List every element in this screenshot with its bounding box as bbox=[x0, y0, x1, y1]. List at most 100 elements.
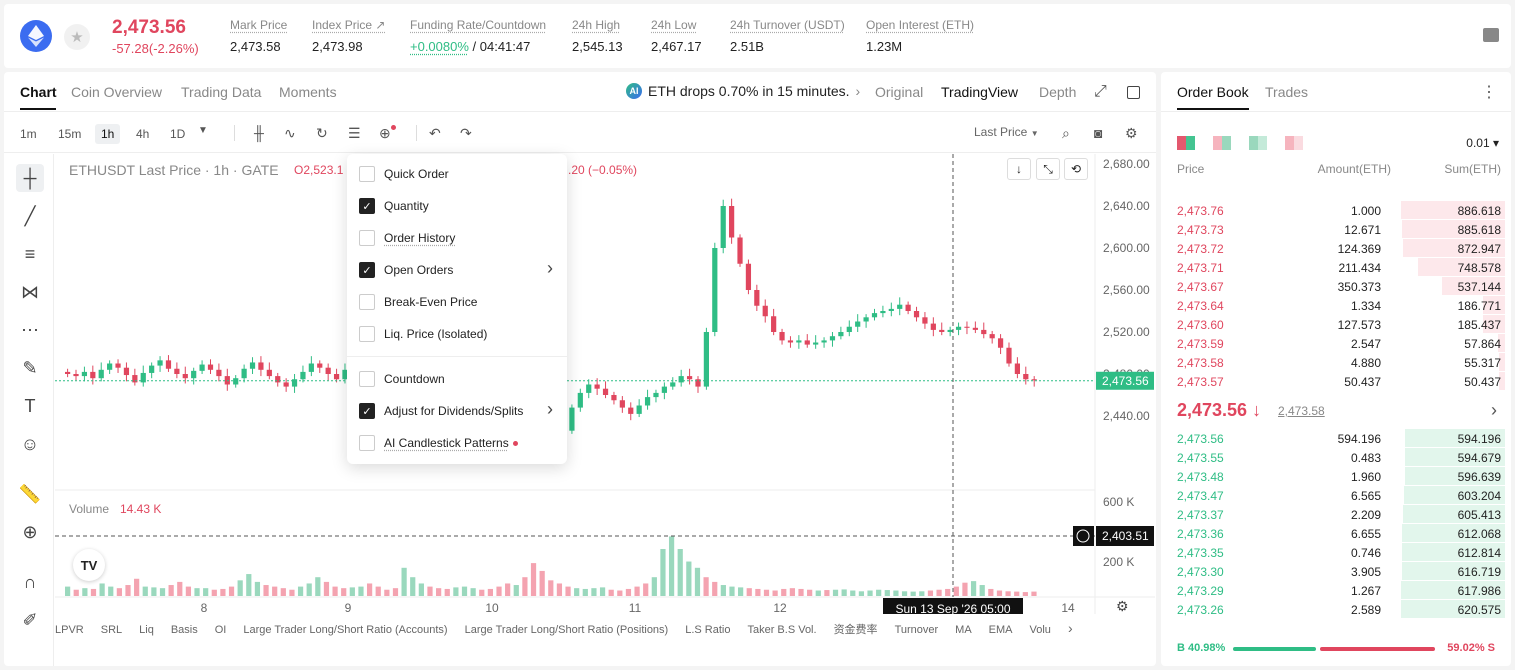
timeframe-1m[interactable]: 1m bbox=[14, 124, 43, 144]
ask-row[interactable]: 2,473.60 127.573 185.437 bbox=[1161, 315, 1511, 334]
tab-moments[interactable]: Moments bbox=[279, 84, 337, 100]
timeframe-1d[interactable]: 1D bbox=[164, 124, 191, 144]
timeframe-1h[interactable]: 1h bbox=[95, 124, 121, 144]
bid-row[interactable]: 2,473.35 0.746 612.814 bbox=[1161, 543, 1511, 562]
chevron-right-icon[interactable]: › bbox=[1491, 400, 1497, 421]
indicator-item[interactable]: Large Trader Long/Short Ratio (Positions… bbox=[465, 624, 669, 636]
indicator-item[interactable]: Basis bbox=[171, 624, 198, 636]
indicator-item[interactable]: SRL bbox=[101, 624, 122, 636]
undo-icon[interactable]: ↶ bbox=[429, 125, 441, 142]
indicator-item[interactable]: 资金费率 bbox=[834, 624, 878, 636]
indicator-item[interactable]: L.S Ratio bbox=[685, 624, 730, 636]
more-options-icon[interactable]: ⋮ bbox=[1481, 82, 1497, 102]
indicator-item[interactable]: EMA bbox=[989, 624, 1013, 636]
settings-list-icon[interactable]: ☰ bbox=[348, 125, 361, 142]
depth-only-icon[interactable] bbox=[1285, 136, 1303, 150]
indicators-icon[interactable]: ∿ bbox=[284, 125, 296, 142]
gear-icon[interactable]: ⚙ bbox=[1125, 125, 1138, 142]
indicator-item[interactable]: Turnover bbox=[895, 624, 939, 636]
menu-item[interactable]: Order History bbox=[347, 224, 567, 252]
zoom-in-icon[interactable]: ⊕ bbox=[16, 518, 44, 546]
ask-row[interactable]: 2,473.73 12.671 885.618 bbox=[1161, 220, 1511, 239]
tab-order-book[interactable]: Order Book bbox=[1177, 84, 1249, 100]
checkbox-unchecked[interactable] bbox=[359, 435, 375, 451]
ask-row[interactable]: 2,473.71 211.434 748.578 bbox=[1161, 258, 1511, 277]
view-tab-depth[interactable]: Depth bbox=[1039, 84, 1076, 100]
bid-row[interactable]: 2,473.56 594.196 594.196 bbox=[1161, 429, 1511, 448]
camera-icon[interactable]: ◙ bbox=[1094, 125, 1102, 141]
tab-chart[interactable]: Chart bbox=[20, 84, 57, 100]
fibonacci-icon[interactable]: ⋯ bbox=[16, 316, 44, 344]
bid-row[interactable]: 2,473.36 6.655 612.068 bbox=[1161, 524, 1511, 543]
menu-item[interactable]: AI Candlestick Patterns bbox=[347, 429, 567, 457]
add-overlay-icon[interactable]: ⊕ bbox=[379, 125, 396, 142]
checkbox-checked[interactable]: ✓ bbox=[359, 403, 375, 419]
tab-coin-overview[interactable]: Coin Overview bbox=[71, 84, 162, 100]
menu-item[interactable]: ✓ Open Orders › bbox=[347, 256, 567, 284]
ask-row[interactable]: 2,473.57 50.437 50.437 bbox=[1161, 372, 1511, 391]
ask-row[interactable]: 2,473.58 4.880 55.317 bbox=[1161, 353, 1511, 372]
ask-row[interactable]: 2,473.67 350.373 537.144 bbox=[1161, 277, 1511, 296]
indicator-item[interactable]: OI bbox=[215, 624, 227, 636]
chevron-down-icon[interactable]: ▼ bbox=[198, 125, 208, 136]
favorite-star-icon[interactable]: ★ bbox=[64, 24, 90, 50]
view-tab-original[interactable]: Original bbox=[875, 84, 923, 100]
emoji-icon[interactable]: ☺ bbox=[16, 430, 44, 458]
checkbox-checked[interactable]: ✓ bbox=[359, 262, 375, 278]
ruler-icon[interactable]: 📏 bbox=[16, 480, 44, 508]
book-icon[interactable] bbox=[1483, 28, 1499, 42]
checkbox-unchecked[interactable] bbox=[359, 166, 375, 182]
ask-row[interactable]: 2,473.59 2.547 57.864 bbox=[1161, 334, 1511, 353]
news-ticker[interactable]: AI ETH drops 0.70% in 15 minutes. › bbox=[626, 83, 860, 99]
bid-row[interactable]: 2,473.55 0.483 594.679 bbox=[1161, 448, 1511, 467]
checkbox-unchecked[interactable] bbox=[359, 230, 375, 246]
settings-gear-icon[interactable]: ⚙ bbox=[1116, 598, 1129, 615]
ask-row[interactable]: 2,473.64 1.334 186.771 bbox=[1161, 296, 1511, 315]
reset-view-icon[interactable]: ⟲ bbox=[1064, 158, 1088, 180]
view-tab-tradingview[interactable]: TradingView bbox=[941, 84, 1018, 100]
pencil-lock-icon[interactable]: ✐ bbox=[16, 606, 44, 634]
tab-trading-data[interactable]: Trading Data bbox=[181, 84, 261, 100]
bid-row[interactable]: 2,473.37 2.209 605.413 bbox=[1161, 505, 1511, 524]
asks-only-icon[interactable] bbox=[1213, 136, 1231, 150]
menu-item[interactable]: Quick Order bbox=[347, 160, 567, 188]
tab-trades[interactable]: Trades bbox=[1265, 84, 1308, 100]
checkbox-checked[interactable]: ✓ bbox=[359, 198, 375, 214]
precision-select[interactable]: 0.01 ▾ bbox=[1466, 136, 1499, 150]
expand-icon[interactable]: ⤢ bbox=[1094, 83, 1107, 101]
checkbox-unchecked[interactable] bbox=[359, 371, 375, 387]
indicator-item[interactable]: Taker B.S Vol. bbox=[747, 624, 816, 636]
candlestick-chart[interactable]: 2,680.00 2,640.00 2,600.00 2,560.00 2,520.00… bbox=[55, 154, 1155, 614]
stat-index-price[interactable]: Index Price ↗ 2,473.98 bbox=[312, 18, 385, 54]
checkbox-unchecked[interactable] bbox=[359, 294, 375, 310]
price-type-select[interactable]: Last Price ▼ bbox=[974, 125, 1039, 139]
bid-row[interactable]: 2,473.48 1.960 596.639 bbox=[1161, 467, 1511, 486]
menu-item[interactable]: Break-Even Price bbox=[347, 288, 567, 316]
bid-row[interactable]: 2,473.29 1.267 617.986 bbox=[1161, 581, 1511, 600]
collapse-icon[interactable]: ⤡ bbox=[1036, 158, 1060, 180]
redo-icon[interactable]: ↷ bbox=[460, 125, 472, 142]
chevron-right-icon[interactable]: › bbox=[1068, 620, 1073, 636]
indicator-item[interactable]: Liq bbox=[139, 624, 154, 636]
timeframe-4h[interactable]: 4h bbox=[130, 124, 155, 144]
bid-row[interactable]: 2,473.26 2.589 620.575 bbox=[1161, 600, 1511, 619]
candle-type-icon[interactable]: ╫ bbox=[254, 125, 264, 141]
ask-row[interactable]: 2,473.72 124.369 872.947 bbox=[1161, 239, 1511, 258]
window-icon[interactable] bbox=[1127, 86, 1140, 99]
crosshair-icon[interactable]: ┼ bbox=[16, 164, 44, 192]
text-icon[interactable]: T bbox=[16, 392, 44, 420]
ask-row[interactable]: 2,473.76 1.000 886.618 bbox=[1161, 201, 1511, 220]
checkbox-unchecked[interactable] bbox=[359, 326, 375, 342]
menu-item[interactable]: Liq. Price (Isolated) bbox=[347, 320, 567, 348]
indicator-item[interactable]: MA bbox=[955, 624, 972, 636]
bid-row[interactable]: 2,473.47 6.565 603.204 bbox=[1161, 486, 1511, 505]
timeframe-15m[interactable]: 15m bbox=[52, 124, 87, 144]
indicator-item[interactable]: Large Trader Long/Short Ratio (Accounts) bbox=[243, 624, 447, 636]
scroll-down-icon[interactable]: ↓ bbox=[1007, 158, 1031, 180]
menu-item[interactable]: ✓ Adjust for Dividends/Splits › bbox=[347, 397, 567, 425]
menu-item[interactable]: Countdown bbox=[347, 365, 567, 393]
magnet-icon[interactable]: ∩ bbox=[16, 568, 44, 596]
menu-item[interactable]: ✓ Quantity bbox=[347, 192, 567, 220]
bid-row[interactable]: 2,473.30 3.905 616.719 bbox=[1161, 562, 1511, 581]
indicator-item[interactable]: LPVR bbox=[55, 624, 84, 636]
